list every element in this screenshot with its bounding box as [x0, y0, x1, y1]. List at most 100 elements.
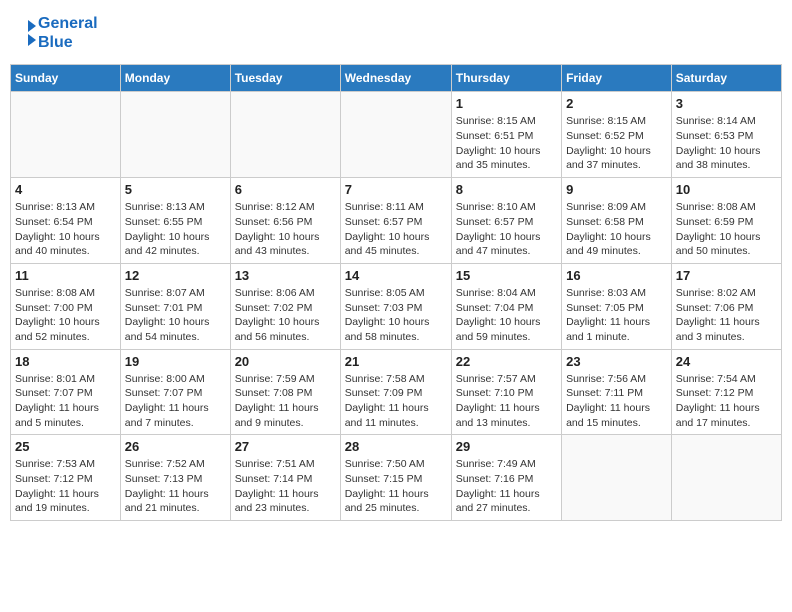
day-number: 5: [125, 182, 226, 197]
calendar-cell: 7 Sunrise: 8:11 AMSunset: 6:57 PMDaylight…: [340, 178, 451, 264]
calendar-week-2: 4 Sunrise: 8:13 AMSunset: 6:54 PMDaylight…: [11, 178, 782, 264]
page-header: General Blue: [10, 10, 782, 56]
day-info: Sunrise: 7:56 AMSunset: 7:11 PMDaylight:…: [566, 372, 667, 431]
day-number: 26: [125, 439, 226, 454]
day-info: Sunrise: 7:49 AMSunset: 7:16 PMDaylight:…: [456, 457, 557, 516]
day-of-week-tuesday: Tuesday: [230, 65, 340, 92]
day-number: 28: [345, 439, 447, 454]
day-number: 11: [15, 268, 116, 283]
day-of-week-monday: Monday: [120, 65, 230, 92]
day-number: 17: [676, 268, 777, 283]
day-number: 14: [345, 268, 447, 283]
calendar-week-4: 18 Sunrise: 8:01 AMSunset: 7:07 PMDayligh…: [11, 349, 782, 435]
day-info: Sunrise: 7:52 AMSunset: 7:13 PMDaylight:…: [125, 457, 226, 516]
calendar-table: SundayMondayTuesdayWednesdayThursdayFrid…: [10, 64, 782, 521]
logo-bird-icon: [18, 18, 36, 48]
day-number: 21: [345, 354, 447, 369]
day-info: Sunrise: 7:58 AMSunset: 7:09 PMDaylight:…: [345, 372, 447, 431]
day-of-week-friday: Friday: [562, 65, 672, 92]
calendar-cell: 1 Sunrise: 8:15 AMSunset: 6:51 PMDaylight…: [451, 92, 561, 178]
day-number: 7: [345, 182, 447, 197]
day-number: 9: [566, 182, 667, 197]
day-info: Sunrise: 8:13 AMSunset: 6:54 PMDaylight:…: [15, 200, 116, 259]
day-number: 25: [15, 439, 116, 454]
calendar-cell: [340, 92, 451, 178]
calendar-cell: 28 Sunrise: 7:50 AMSunset: 7:15 PMDayligh…: [340, 435, 451, 521]
calendar-cell: 13 Sunrise: 8:06 AMSunset: 7:02 PMDayligh…: [230, 263, 340, 349]
day-info: Sunrise: 8:10 AMSunset: 6:57 PMDaylight:…: [456, 200, 557, 259]
day-info: Sunrise: 8:12 AMSunset: 6:56 PMDaylight:…: [235, 200, 336, 259]
day-number: 10: [676, 182, 777, 197]
calendar-cell: 8 Sunrise: 8:10 AMSunset: 6:57 PMDaylight…: [451, 178, 561, 264]
day-info: Sunrise: 8:13 AMSunset: 6:55 PMDaylight:…: [125, 200, 226, 259]
calendar-cell: 23 Sunrise: 7:56 AMSunset: 7:11 PMDayligh…: [562, 349, 672, 435]
day-number: 15: [456, 268, 557, 283]
calendar-cell: [11, 92, 121, 178]
day-number: 18: [15, 354, 116, 369]
day-info: Sunrise: 8:01 AMSunset: 7:07 PMDaylight:…: [15, 372, 116, 431]
day-number: 2: [566, 96, 667, 111]
calendar-cell: 29Sunrise: 7:49 AMSunset: 7:16 PMDayligh…: [451, 435, 561, 521]
day-info: Sunrise: 8:08 AMSunset: 7:00 PMDaylight:…: [15, 286, 116, 345]
calendar-cell: 20Sunrise: 7:59 AMSunset: 7:08 PMDayligh…: [230, 349, 340, 435]
day-info: Sunrise: 8:00 AMSunset: 7:07 PMDaylight:…: [125, 372, 226, 431]
day-info: Sunrise: 7:57 AMSunset: 7:10 PMDaylight:…: [456, 372, 557, 431]
calendar-cell: 19 Sunrise: 8:00 AMSunset: 7:07 PMDayligh…: [120, 349, 230, 435]
day-of-week-sunday: Sunday: [11, 65, 121, 92]
calendar-cell: 16 Sunrise: 8:03 AMSunset: 7:05 PMDayligh…: [562, 263, 672, 349]
day-number: 12: [125, 268, 226, 283]
calendar-cell: 17 Sunrise: 8:02 AMSunset: 7:06 PMDayligh…: [671, 263, 781, 349]
day-info: Sunrise: 7:50 AMSunset: 7:15 PMDaylight:…: [345, 457, 447, 516]
logo-blue-text: Blue: [38, 33, 98, 52]
day-info: Sunrise: 8:11 AMSunset: 6:57 PMDaylight:…: [345, 200, 447, 259]
day-number: 4: [15, 182, 116, 197]
calendar-cell: 26 Sunrise: 7:52 AMSunset: 7:13 PMDayligh…: [120, 435, 230, 521]
day-number: 3: [676, 96, 777, 111]
day-number: 13: [235, 268, 336, 283]
day-info: Sunrise: 7:59 AMSunset: 7:08 PMDaylight:…: [235, 372, 336, 431]
day-number: 24: [676, 354, 777, 369]
calendar-cell: 14 Sunrise: 8:05 AMSunset: 7:03 PMDayligh…: [340, 263, 451, 349]
day-info: Sunrise: 8:06 AMSunset: 7:02 PMDaylight:…: [235, 286, 336, 345]
calendar-cell: [230, 92, 340, 178]
day-number: 22: [456, 354, 557, 369]
day-info: Sunrise: 8:03 AMSunset: 7:05 PMDaylight:…: [566, 286, 667, 345]
calendar-cell: 18 Sunrise: 8:01 AMSunset: 7:07 PMDayligh…: [11, 349, 121, 435]
day-number: 1: [456, 96, 557, 111]
calendar-cell: 3 Sunrise: 8:14 AMSunset: 6:53 PMDaylight…: [671, 92, 781, 178]
day-info: Sunrise: 7:53 AMSunset: 7:12 PMDaylight:…: [15, 457, 116, 516]
day-info: Sunrise: 8:15 AMSunset: 6:51 PMDaylight:…: [456, 114, 557, 173]
calendar-cell: 12Sunrise: 8:07 AMSunset: 7:01 PMDayligh…: [120, 263, 230, 349]
day-info: Sunrise: 8:05 AMSunset: 7:03 PMDaylight:…: [345, 286, 447, 345]
calendar-header-row: SundayMondayTuesdayWednesdayThursdayFrid…: [11, 65, 782, 92]
calendar-cell: 10Sunrise: 8:08 AMSunset: 6:59 PMDayligh…: [671, 178, 781, 264]
calendar-week-1: 1 Sunrise: 8:15 AMSunset: 6:51 PMDaylight…: [11, 92, 782, 178]
day-of-week-thursday: Thursday: [451, 65, 561, 92]
day-info: Sunrise: 7:51 AMSunset: 7:14 PMDaylight:…: [235, 457, 336, 516]
day-number: 6: [235, 182, 336, 197]
day-number: 23: [566, 354, 667, 369]
calendar-cell: [562, 435, 672, 521]
calendar-cell: 24 Sunrise: 7:54 AMSunset: 7:12 PMDayligh…: [671, 349, 781, 435]
calendar-cell: 25 Sunrise: 7:53 AMSunset: 7:12 PMDayligh…: [11, 435, 121, 521]
calendar-cell: 6 Sunrise: 8:12 AMSunset: 6:56 PMDaylight…: [230, 178, 340, 264]
calendar-cell: [120, 92, 230, 178]
day-info: Sunrise: 8:02 AMSunset: 7:06 PMDaylight:…: [676, 286, 777, 345]
day-number: 16: [566, 268, 667, 283]
day-number: 27: [235, 439, 336, 454]
calendar-cell: 15Sunrise: 8:04 AMSunset: 7:04 PMDayligh…: [451, 263, 561, 349]
calendar-cell: 2 Sunrise: 8:15 AMSunset: 6:52 PMDaylight…: [562, 92, 672, 178]
day-of-week-wednesday: Wednesday: [340, 65, 451, 92]
day-info: Sunrise: 8:09 AMSunset: 6:58 PMDaylight:…: [566, 200, 667, 259]
calendar-cell: 9 Sunrise: 8:09 AMSunset: 6:58 PMDaylight…: [562, 178, 672, 264]
day-number: 8: [456, 182, 557, 197]
calendar-cell: 21 Sunrise: 7:58 AMSunset: 7:09 PMDayligh…: [340, 349, 451, 435]
day-info: Sunrise: 8:15 AMSunset: 6:52 PMDaylight:…: [566, 114, 667, 173]
calendar-cell: 22 Sunrise: 7:57 AMSunset: 7:10 PMDayligh…: [451, 349, 561, 435]
logo: General Blue: [18, 14, 98, 52]
calendar-cell: 5 Sunrise: 8:13 AMSunset: 6:55 PMDaylight…: [120, 178, 230, 264]
day-number: 19: [125, 354, 226, 369]
calendar-cell: 27 Sunrise: 7:51 AMSunset: 7:14 PMDayligh…: [230, 435, 340, 521]
day-info: Sunrise: 8:14 AMSunset: 6:53 PMDaylight:…: [676, 114, 777, 173]
day-info: Sunrise: 7:54 AMSunset: 7:12 PMDaylight:…: [676, 372, 777, 431]
